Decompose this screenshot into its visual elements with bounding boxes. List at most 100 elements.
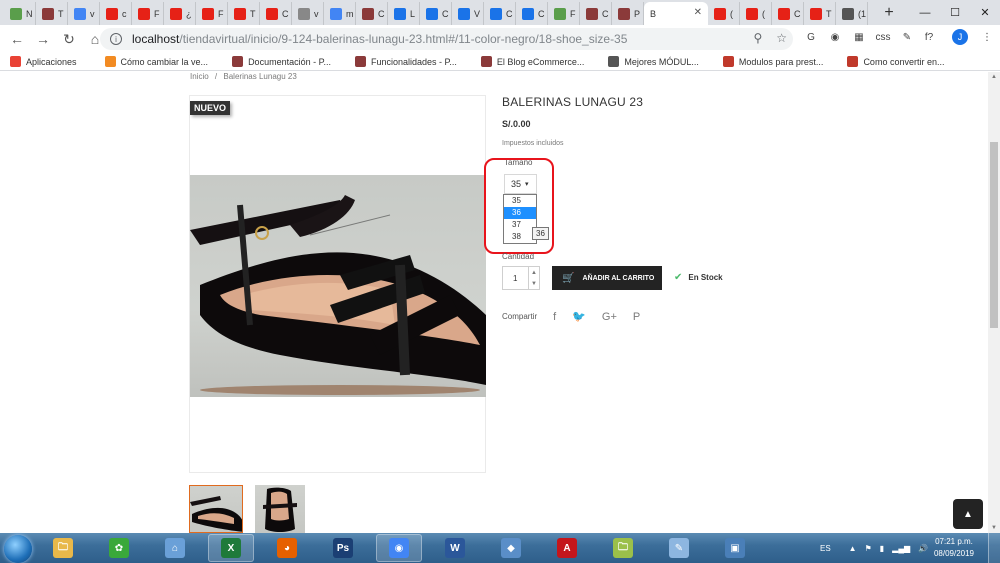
taskbar-folder2-button[interactable]: 🗀	[600, 534, 646, 562]
browser-tab[interactable]: C	[420, 2, 452, 25]
breadcrumb-current[interactable]: Balerinas Lunagu 23	[223, 72, 296, 81]
taskbar-paint-button[interactable]: ✎	[656, 534, 702, 562]
breadcrumb-home[interactable]: Inicio	[190, 72, 209, 81]
tray-icon[interactable]: ▂▄▆	[892, 544, 910, 553]
browser-tab[interactable]: ¿	[164, 2, 196, 25]
product-image-container[interactable]: NUEVO	[189, 95, 486, 473]
reload-button[interactable]: ↻	[56, 26, 82, 52]
scroll-down-icon[interactable]: ▼	[988, 523, 1000, 533]
excel-icon: X	[221, 538, 241, 558]
menu-icon[interactable]: ⋮	[978, 28, 996, 46]
extension-icon[interactable]: ▦	[850, 28, 868, 46]
bookmark-item[interactable]: Documentación - P...	[232, 56, 331, 67]
quantity-stepper[interactable]: 1 ▲ ▼	[502, 266, 540, 290]
browser-tab[interactable]: F	[196, 2, 228, 25]
tray-icon[interactable]: ▮	[880, 544, 884, 553]
info-icon[interactable]: i	[110, 33, 122, 45]
browser-tab[interactable]: (	[740, 2, 772, 25]
browser-tab[interactable]: L	[388, 2, 420, 25]
quantity-up-icon[interactable]: ▲	[531, 270, 537, 276]
clock[interactable]: 07:21 p.m. 08/09/2019	[930, 536, 978, 560]
extension-icon[interactable]: css	[874, 28, 892, 46]
tray-icon[interactable]: ▲	[849, 544, 857, 553]
browser-tab[interactable]: C	[484, 2, 516, 25]
scroll-up-icon[interactable]: ▲	[988, 72, 1000, 82]
browser-tab[interactable]: c	[100, 2, 132, 25]
close-window-button[interactable]: ✕	[970, 0, 1000, 25]
twitter-icon[interactable]: 🐦	[572, 310, 586, 323]
tray-icon[interactable]: 🔊	[918, 544, 928, 553]
thumbnail-2[interactable]	[255, 485, 305, 533]
forward-button[interactable]: →	[30, 26, 56, 52]
tab-title: ¿	[186, 8, 192, 19]
browser-tab[interactable]: F	[132, 2, 164, 25]
zoom-icon[interactable]: ⚲	[753, 31, 762, 45]
browser-tab[interactable]: T	[228, 2, 260, 25]
maximize-button[interactable]: ☐	[940, 0, 970, 25]
tray-icon[interactable]: ⚑	[865, 544, 872, 553]
language-indicator[interactable]: ES	[820, 544, 831, 553]
browser-tab[interactable]: (1	[836, 2, 868, 25]
taskbar-excel-button[interactable]: X	[208, 534, 254, 562]
show-desktop-button[interactable]	[988, 533, 1000, 563]
bookmark-item[interactable]: Modulos para prest...	[722, 56, 823, 67]
add-to-cart-button[interactable]: 🛒 AÑADIR AL CARRITO	[552, 266, 662, 290]
taskbar-green-button[interactable]: ✿	[96, 534, 142, 562]
bookmark-item[interactable]: Como convertir en...	[847, 56, 944, 67]
bookmark-item[interactable]: Aplicaciones	[10, 56, 77, 67]
taskbar-window-button[interactable]: ▣	[712, 534, 758, 562]
browser-tab[interactable]: N	[4, 2, 36, 25]
taskbar-app-button[interactable]: ◆	[488, 534, 534, 562]
page-scrollbar[interactable]: ▲ ▼	[988, 72, 1000, 533]
facebook-icon[interactable]: f	[553, 311, 556, 323]
taskbar-acrobat-button[interactable]: A	[544, 534, 590, 562]
green-icon: ✿	[109, 538, 129, 558]
scrollbar-thumb[interactable]	[990, 142, 998, 328]
browser-tab[interactable]: C	[772, 2, 804, 25]
back-button[interactable]: ←	[4, 26, 30, 52]
bookmark-item[interactable]: Mejores MÓDUL...	[608, 56, 699, 67]
browser-tab[interactable]: v	[292, 2, 324, 25]
taskbar-firefox-button[interactable]: ◕	[264, 534, 310, 562]
bookmark-item[interactable]: Funcionalidades - P...	[354, 56, 457, 67]
browser-tab[interactable]: F	[548, 2, 580, 25]
extension-icon[interactable]: f?	[920, 28, 938, 46]
bookmark-item[interactable]: El Blog eCommerce...	[480, 56, 584, 67]
browser-tab[interactable]: v	[68, 2, 100, 25]
scroll-to-top-button[interactable]: ▲	[953, 499, 983, 529]
extension-icon[interactable]: G	[802, 28, 820, 46]
browser-tab[interactable]: V	[452, 2, 484, 25]
browser-tab[interactable]: C	[580, 2, 612, 25]
address-bar[interactable]: i localhost/tiendavirtual/inicio/9-124-b…	[100, 28, 793, 50]
product-photo[interactable]	[190, 175, 486, 397]
quantity-down-icon[interactable]: ▼	[531, 281, 537, 287]
taskbar-word-button[interactable]: W	[432, 534, 478, 562]
googleplus-icon[interactable]: G+	[602, 311, 617, 323]
browser-tab[interactable]: C	[356, 2, 388, 25]
browser-tab[interactable]: m	[324, 2, 356, 25]
browser-tab[interactable]: (	[708, 2, 740, 25]
active-tab[interactable]: B ✕	[644, 2, 708, 25]
bookmark-star-icon[interactable]: ☆	[776, 31, 787, 45]
browser-tab[interactable]: C	[260, 2, 292, 25]
pinterest-icon[interactable]: P	[633, 311, 640, 323]
taskbar-chrome-button[interactable]: ◉	[376, 534, 422, 562]
start-button[interactable]	[4, 535, 32, 563]
browser-tab[interactable]: P	[612, 2, 644, 25]
extension-icon[interactable]: ✎	[898, 28, 916, 46]
tab-close-icon[interactable]: ✕	[694, 7, 702, 18]
thumbnail-1[interactable]	[189, 485, 243, 533]
minimize-button[interactable]: —	[910, 0, 940, 25]
profile-avatar[interactable]: J	[952, 29, 968, 45]
bookmark-item[interactable]: Cómo cambiar la ve...	[104, 56, 208, 67]
browser-tab[interactable]: C	[516, 2, 548, 25]
tab-title: (	[730, 8, 733, 19]
browser-tab[interactable]: T	[36, 2, 68, 25]
quantity-value[interactable]: 1	[513, 274, 517, 283]
browser-tab[interactable]: T	[804, 2, 836, 25]
taskbar-network-button[interactable]: ⌂	[152, 534, 198, 562]
new-tab-button[interactable]: +	[878, 2, 900, 24]
extension-icon[interactable]: ◉	[826, 28, 844, 46]
taskbar-photoshop-button[interactable]: Ps	[320, 534, 366, 562]
taskbar-folder-button[interactable]: 🗀	[40, 534, 86, 562]
